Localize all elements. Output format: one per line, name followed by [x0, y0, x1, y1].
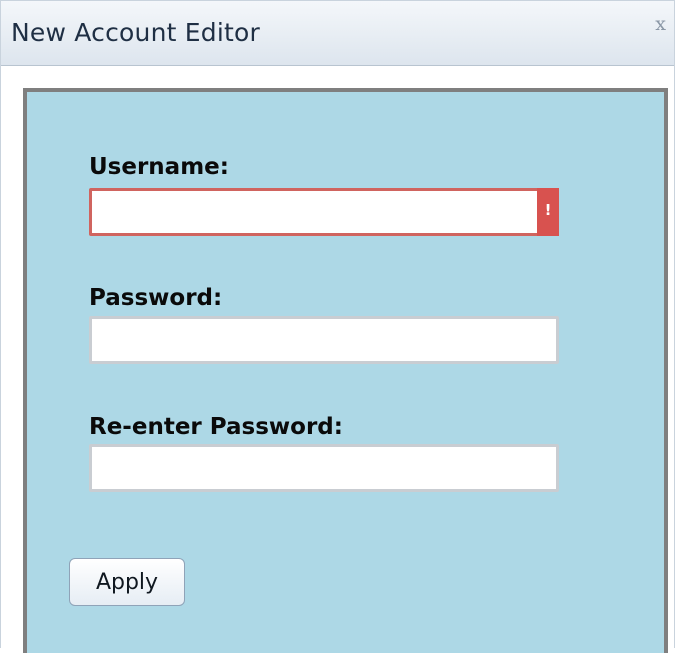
username-label: Username:	[89, 154, 229, 180]
username-input[interactable]	[89, 188, 559, 236]
window-title: New Account Editor	[11, 18, 260, 47]
close-icon[interactable]: x	[655, 15, 666, 34]
reenter-password-label: Re-enter Password:	[89, 414, 343, 440]
password-label: Password:	[89, 285, 223, 311]
apply-button[interactable]: Apply	[69, 558, 185, 606]
account-form-panel: Username: ! Password: Re-enter Password:…	[23, 88, 668, 653]
password-input[interactable]	[89, 316, 559, 364]
account-editor-window: New Account Editor x Username: ! Passwor…	[0, 0, 675, 653]
window-titlebar[interactable]: New Account Editor x	[1, 0, 674, 66]
username-error-icon: !	[537, 188, 559, 236]
reenter-password-input[interactable]	[89, 444, 559, 492]
